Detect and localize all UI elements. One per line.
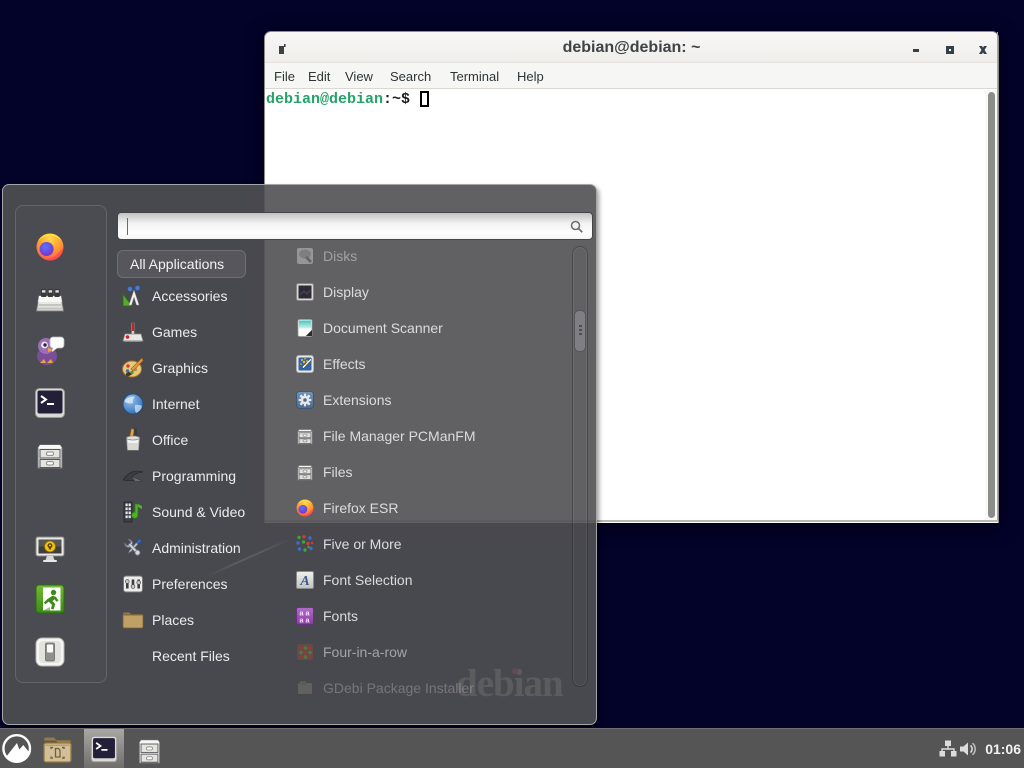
svg-text:A: A: [299, 574, 309, 589]
